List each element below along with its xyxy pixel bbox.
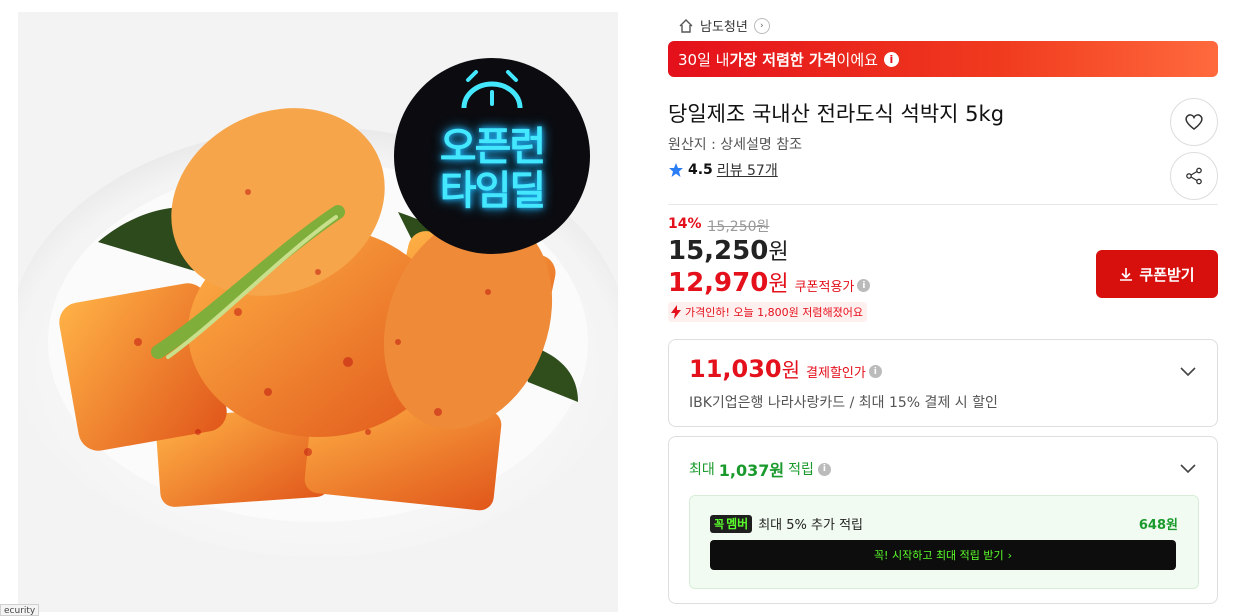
breadcrumb: 남도청년 › — [678, 16, 770, 35]
chevron-right-icon: › — [1007, 548, 1013, 562]
payment-price-value: 11,030 — [689, 355, 782, 383]
chevron-down-icon[interactable] — [1179, 462, 1197, 474]
share-button[interactable] — [1170, 152, 1218, 200]
points-title: 최대 1,037원 적립 i — [689, 457, 831, 481]
payment-label-text: 결제할인가 — [806, 366, 866, 381]
sale-price: 15,250원 — [668, 234, 789, 266]
payment-label: 결제할인가 i — [806, 362, 882, 381]
bolt-icon — [671, 305, 681, 319]
banner-highlight: 가장 저렴한 가격 — [729, 50, 837, 69]
star-icon — [669, 163, 683, 177]
coupon-price: 12,970원 — [668, 266, 789, 298]
badge-line-2: 타임딜 — [439, 168, 546, 214]
points-suffix: 적립 — [788, 462, 814, 478]
discount-row: 14% 15,250원 — [668, 216, 769, 236]
member-benefit-box: 꼭 멤버 최대 5% 추가 적립 648원 꼭! 시작하고 최대 적립 받기 › — [689, 495, 1199, 589]
download-icon — [1120, 268, 1133, 281]
chevron-down-icon[interactable] — [1179, 365, 1197, 377]
coupon-label-text: 쿠폰적용가 — [794, 280, 855, 295]
origin-text: 원산지 : 상세설명 참조 — [668, 137, 802, 153]
share-icon — [1186, 167, 1202, 185]
payment-description: IBK기업은행 나라사랑카드 / 최대 15% 결제 시 할인 — [689, 395, 998, 411]
info-icon[interactable]: i — [817, 462, 831, 476]
member-row: 꼭 멤버 최대 5% 추가 적립 — [710, 514, 863, 533]
member-logo: 꼭 멤버 — [710, 514, 753, 533]
product-image: 오픈런 타임딜 — [18, 12, 618, 612]
timedeal-badge: 오픈런 타임딜 — [394, 58, 590, 254]
member-logo-mark: 꼭 — [714, 517, 725, 531]
sale-price-unit: 원 — [768, 240, 789, 265]
discount-rate: 14% — [668, 216, 702, 232]
info-icon[interactable]: i — [857, 279, 871, 292]
price-drop-badge: 가격인하! 오늘 1,800원 저렴해졌어요 — [668, 302, 867, 322]
coupon-price-unit: 원 — [768, 272, 789, 297]
wishlist-button[interactable] — [1170, 98, 1218, 146]
points-amount: 1,037원 — [718, 461, 785, 480]
review-link[interactable]: 리뷰 57개 — [717, 160, 778, 180]
member-benefit-text: 최대 5% 추가 적립 — [758, 518, 863, 533]
member-cta-label: 꼭! 시작하고 최대 적립 받기 — [873, 549, 1004, 562]
payment-price-unit: 원 — [781, 358, 801, 382]
points-card[interactable]: 최대 1,037원 적립 i 꼭 멤버 최대 5% 추가 적립 648원 꼭! … — [668, 436, 1218, 604]
payment-price-row: 11,030원 결제할인가 i — [689, 354, 882, 383]
info-icon[interactable]: i — [868, 365, 882, 378]
original-price: 15,250원 — [707, 219, 770, 235]
payment-discount-card[interactable]: 11,030원 결제할인가 i IBK기업은행 나라사랑카드 / 최대 15% … — [668, 339, 1218, 427]
points-prefix: 최대 — [689, 462, 715, 478]
divider — [668, 204, 1218, 205]
heart-icon — [1185, 114, 1203, 130]
coupon-price-value: 12,970 — [668, 268, 769, 298]
member-signup-button[interactable]: 꼭! 시작하고 최대 적립 받기 › — [710, 540, 1176, 570]
product-title: 당일제조 국내산 전라도식 석박지 5kg — [668, 102, 1005, 126]
alarm-clock-icon — [461, 70, 523, 109]
lowest-price-banner: 30일 내 가장 저렴한 가격 이에요 i — [668, 41, 1218, 77]
coupon-download-button[interactable]: 쿠폰받기 — [1096, 250, 1218, 298]
rating-score: 4.5 — [688, 162, 713, 178]
coupon-label: 쿠폰적용가 i — [795, 276, 871, 295]
seller-link[interactable]: 남도청년 — [700, 16, 748, 35]
price-drop-text: 가격인하! 오늘 1,800원 저렴해졌어요 — [685, 306, 863, 319]
payment-price: 11,030원 — [689, 354, 800, 383]
rating: 4.5 리뷰 57개 — [668, 160, 778, 180]
chevron-right-icon[interactable]: › — [753, 17, 770, 34]
banner-prefix: 30일 내 — [678, 50, 730, 69]
badge-line-1: 오픈런 — [439, 124, 546, 170]
member-points: 648원 — [1138, 518, 1178, 533]
sale-price-value: 15,250 — [668, 236, 769, 266]
banner-suffix: 이에요 — [836, 50, 878, 69]
home-icon[interactable] — [678, 18, 694, 34]
member-logo-text: 멤버 — [726, 517, 749, 531]
security-tag: ecurity — [0, 604, 40, 616]
coupon-price-row: 12,970원 쿠폰적용가 i — [668, 266, 871, 298]
coupon-button-label: 쿠폰받기 — [1139, 265, 1195, 284]
info-icon[interactable]: i — [883, 51, 899, 67]
